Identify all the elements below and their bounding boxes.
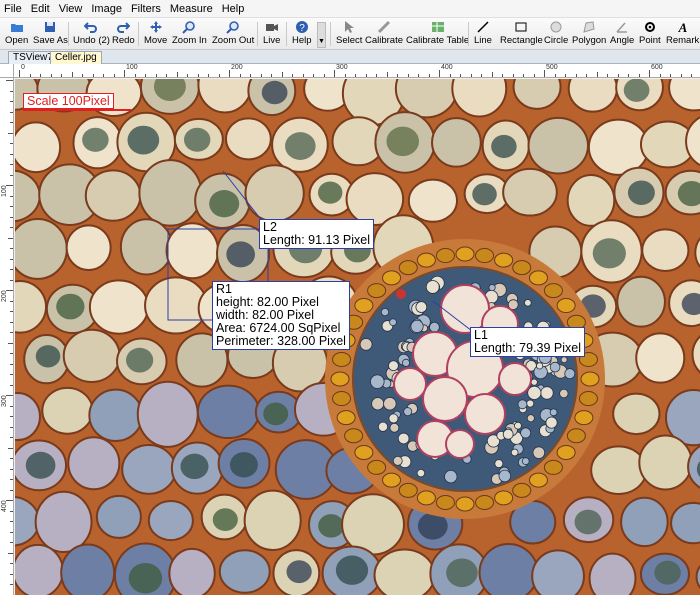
zoom-in-icon xyxy=(182,21,196,34)
undo-button[interactable]: Undo (2) xyxy=(73,20,110,48)
l1-length: Length: 79.39 Pixel xyxy=(474,341,582,355)
angle-tool-button[interactable]: Angle xyxy=(610,20,634,48)
toolbar: Open Save As Undo (2) Redo Move Zoom In … xyxy=(0,18,700,50)
ruler-label: 400 xyxy=(1,500,8,512)
menu-view[interactable]: View xyxy=(59,3,83,15)
table-icon xyxy=(431,22,444,32)
vertical-ruler: 100 200 300 400 xyxy=(0,78,14,595)
ruler-label: 100 xyxy=(126,64,138,71)
rectangle-tool-button[interactable]: Rectangle xyxy=(500,20,543,48)
line-icon xyxy=(477,21,489,33)
angle-icon xyxy=(616,22,628,33)
help-icon: ? xyxy=(295,21,308,34)
rectangle-icon xyxy=(515,22,527,32)
point-icon xyxy=(644,22,655,32)
calibrate-button[interactable]: Calibrate xyxy=(365,20,403,48)
document-tab-bar: TSView7 Celler.jpg xyxy=(0,50,700,64)
save-as-button[interactable]: Save As xyxy=(33,20,68,48)
ruler-corner xyxy=(0,64,14,78)
tab-celler-jpg[interactable]: Celler.jpg xyxy=(50,51,102,64)
save-icon xyxy=(45,22,56,32)
open-folder-icon xyxy=(10,24,23,32)
polygon-icon xyxy=(583,21,595,33)
menu-bar: File Edit View Image Filters Measure Hel… xyxy=(0,0,700,18)
redo-icon xyxy=(117,22,131,33)
undo-icon xyxy=(84,22,98,33)
menu-image[interactable]: Image xyxy=(91,3,122,15)
text-remark-icon: A xyxy=(677,20,687,34)
l2-line[interactable] xyxy=(222,170,264,223)
l2-measurement-label[interactable]: L2 Length: 91.13 Pixel xyxy=(259,219,375,249)
ruler-label: 300 xyxy=(1,395,8,407)
l2-length: Length: 91.13 Pixel xyxy=(263,233,371,247)
ruler-label: 200 xyxy=(1,290,8,302)
menu-measure[interactable]: Measure xyxy=(170,3,213,15)
menu-edit[interactable]: Edit xyxy=(31,3,50,15)
r1-measurement-label[interactable]: R1 height: 82.00 Pixel width: 82.00 Pixe… xyxy=(212,281,350,350)
svg-text:?: ? xyxy=(299,23,305,34)
calibrate-table-button[interactable]: Calibrate Table xyxy=(406,20,469,48)
cursor-icon xyxy=(345,21,355,33)
remark-tool-button[interactable]: A Remark xyxy=(666,20,699,48)
ruler-label: 200 xyxy=(231,64,243,71)
svg-text:A: A xyxy=(677,20,687,34)
circle-icon xyxy=(550,21,562,33)
measurement-overlay xyxy=(23,109,486,342)
menu-filters[interactable]: Filters xyxy=(131,3,161,15)
horizontal-ruler: 0 100 200 300 400 500 600 xyxy=(14,64,700,78)
menu-file[interactable]: File xyxy=(4,3,22,15)
line-tool-button[interactable]: Line xyxy=(474,20,492,48)
help-button[interactable]: ? Help xyxy=(292,20,312,48)
move-icon xyxy=(149,21,162,33)
ruler-icon xyxy=(377,20,391,34)
ruler-label: 600 xyxy=(651,64,663,71)
image-canvas[interactable]: Scale 100Pixel L2 Length: 91.13 Pixel R1… xyxy=(15,79,700,595)
toolbar-overflow-button[interactable]: ▼ xyxy=(317,22,326,48)
move-button[interactable]: Move xyxy=(144,20,167,48)
r1-perimeter: Perimeter: 328.00 Pixel xyxy=(216,334,346,348)
open-button[interactable]: Open xyxy=(5,20,28,48)
select-button[interactable]: Select xyxy=(336,20,362,48)
point-tool-button[interactable]: Point xyxy=(639,20,661,48)
l1-measurement-label[interactable]: L1 Length: 79.39 Pixel xyxy=(470,327,586,357)
ruler-label: 100 xyxy=(1,185,8,197)
menu-help[interactable]: Help xyxy=(222,3,245,15)
zoom-in-button[interactable]: Zoom In xyxy=(172,20,207,48)
live-button[interactable]: Live xyxy=(263,20,280,48)
ruler-label: 400 xyxy=(441,64,453,71)
redo-button[interactable]: Redo xyxy=(112,20,135,48)
circle-tool-button[interactable]: Circle xyxy=(544,20,568,48)
camera-icon xyxy=(265,24,278,31)
ruler-label: 0 xyxy=(21,64,25,71)
ruler-label: 300 xyxy=(336,64,348,71)
ruler-label: 500 xyxy=(546,64,558,71)
zoom-out-button[interactable]: Zoom Out xyxy=(212,20,254,48)
polygon-tool-button[interactable]: Polygon xyxy=(572,20,606,48)
scale-label: Scale 100Pixel xyxy=(23,93,114,109)
zoom-out-icon xyxy=(226,21,239,34)
